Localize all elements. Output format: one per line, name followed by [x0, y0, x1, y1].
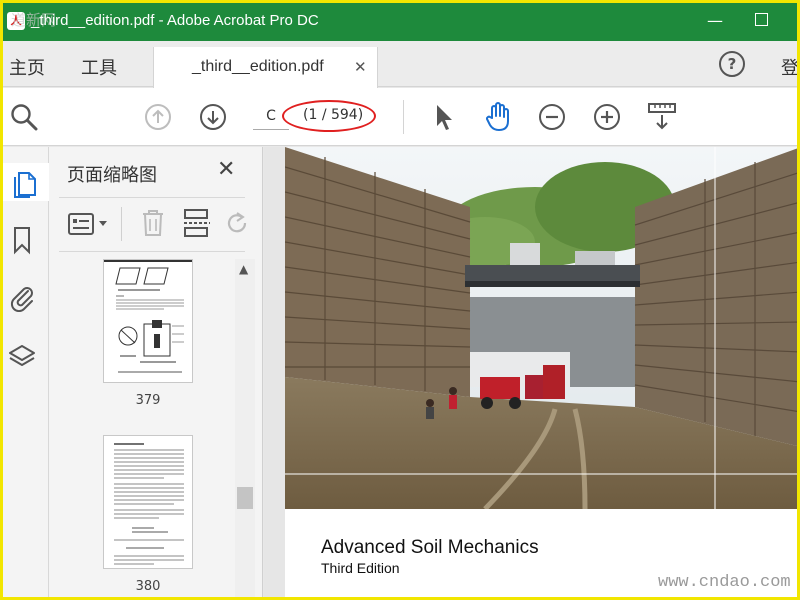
- tab-document[interactable]: _third__edition.pdf ✕: [153, 47, 378, 88]
- panel-tool-divider: [121, 207, 122, 241]
- select-arrow-icon[interactable]: [433, 102, 455, 132]
- zoom-in-icon[interactable]: [593, 103, 621, 131]
- tab-bar: 主页 工具 _third__edition.pdf ✕ ? 登: [3, 41, 797, 88]
- help-icon[interactable]: ?: [719, 51, 745, 77]
- next-page-icon[interactable]: [199, 103, 227, 131]
- bookmark-icon[interactable]: [10, 225, 34, 255]
- toolbar-divider: [403, 100, 404, 134]
- rotate-page-icon[interactable]: [223, 209, 251, 237]
- site-watermark: www.cndao.com: [658, 573, 791, 592]
- book-title: Advanced Soil Mechanics: [321, 537, 539, 558]
- title-bar: 人 道新网 _third__edition.pdf - Adobe Acroba…: [3, 3, 797, 41]
- pdf-page: Advanced Soil Mechanics Third Edition: [285, 147, 797, 597]
- scrollbar-thumb[interactable]: [237, 487, 253, 509]
- thumbnail-page-label: 379: [135, 393, 161, 408]
- hand-tool-icon[interactable]: [483, 101, 513, 133]
- window-title: _third__edition.pdf - Adobe Acrobat Pro …: [31, 12, 319, 29]
- search-zoom-icon[interactable]: [9, 102, 39, 132]
- thumbnail-preview-380: [114, 443, 184, 565]
- maximize-button[interactable]: [755, 13, 768, 26]
- thumbnail-scrollbar[interactable]: ▲: [235, 259, 255, 597]
- panel-divider: [59, 251, 245, 252]
- insert-page-icon[interactable]: [182, 207, 212, 239]
- close-panel-button[interactable]: ✕: [217, 157, 235, 182]
- tab-home[interactable]: 主页: [9, 54, 45, 80]
- measure-ruler-icon[interactable]: [647, 100, 677, 132]
- thumbnail-preview-379: [104, 260, 192, 373]
- page-thumbnails-icon[interactable]: [10, 167, 38, 199]
- page-thumbnails-panel: 页面缩略图 ✕ 379 380 ▲: [49, 147, 263, 597]
- document-tab-label: _third__edition.pdf: [192, 58, 324, 75]
- minimize-button[interactable]: —: [703, 11, 727, 30]
- app-window: 人 道新网 _third__edition.pdf - Adobe Acroba…: [0, 0, 800, 600]
- attachment-paperclip-icon[interactable]: [8, 282, 36, 312]
- book-edition: Third Edition: [321, 560, 400, 576]
- cover-photo-excavation: [285, 147, 797, 509]
- tab-tools[interactable]: 工具: [81, 54, 117, 80]
- panel-divider: [59, 197, 245, 198]
- thumbnail-page-label: 380: [135, 579, 161, 594]
- main-toolbar: C (1 / 594): [3, 88, 797, 146]
- document-viewer[interactable]: Advanced Soil Mechanics Third Edition: [264, 147, 797, 597]
- page-thumbnail[interactable]: [103, 435, 193, 569]
- scroll-up-arrow-icon[interactable]: ▲: [239, 262, 248, 276]
- delete-page-icon[interactable]: [139, 207, 167, 239]
- zoom-out-icon[interactable]: [538, 103, 566, 131]
- page-thumbnail[interactable]: [103, 259, 193, 383]
- red-highlight-annotation: [282, 100, 376, 132]
- previous-page-icon[interactable]: [144, 103, 172, 131]
- left-navigation-rail: [3, 147, 49, 597]
- layers-icon[interactable]: [8, 342, 36, 372]
- thumbnail-options-icon[interactable]: [67, 209, 113, 239]
- close-tab-button[interactable]: ✕: [354, 58, 367, 76]
- sign-in-link[interactable]: 登: [781, 54, 797, 80]
- panel-title: 页面缩略图: [67, 165, 157, 186]
